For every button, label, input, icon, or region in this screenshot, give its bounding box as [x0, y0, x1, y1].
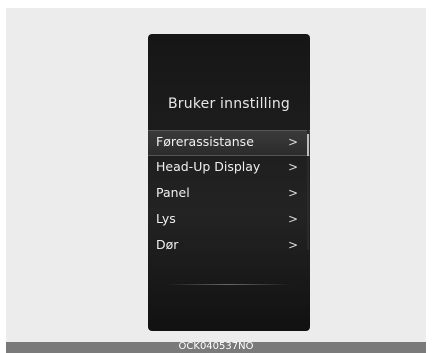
chevron-right-icon: >: [287, 212, 298, 226]
screen-title: Bruker innstilling: [168, 96, 290, 112]
menu-item-dor[interactable]: Dør >: [148, 234, 310, 260]
bottom-divider: [166, 284, 292, 285]
menu-item-head-up-display[interactable]: Head-Up Display >: [148, 156, 310, 182]
chevron-right-icon: >: [287, 186, 298, 200]
menu-item-label: Førerassistanse: [156, 134, 254, 149]
menu-item-label: Dør: [156, 237, 179, 252]
figure-code: OCK040537NO: [178, 341, 254, 352]
chevron-right-icon: >: [287, 135, 298, 149]
menu-item-label: Lys: [156, 211, 176, 226]
cluster-display-screen: Bruker innstilling Førerassistanse > Hea…: [148, 34, 310, 331]
chevron-right-icon: >: [287, 238, 298, 252]
menu-item-label: Panel: [156, 185, 190, 200]
menu-item-panel[interactable]: Panel >: [148, 182, 310, 208]
figure-backdrop: Bruker innstilling Førerassistanse > Hea…: [6, 8, 426, 342]
figure-frame: Bruker innstilling Førerassistanse > Hea…: [0, 0, 432, 353]
menu-scrollbar-thumb[interactable]: [307, 134, 309, 156]
menu-item-label: Head-Up Display: [156, 159, 261, 174]
chevron-right-icon: >: [287, 160, 298, 174]
menu-item-forerassistanse[interactable]: Førerassistanse >: [148, 130, 310, 156]
figure-caption-bar: OCK040537NO: [6, 341, 426, 353]
menu-item-lys[interactable]: Lys >: [148, 208, 310, 234]
settings-menu: Førerassistanse > Head-Up Display > Pane…: [148, 130, 310, 260]
